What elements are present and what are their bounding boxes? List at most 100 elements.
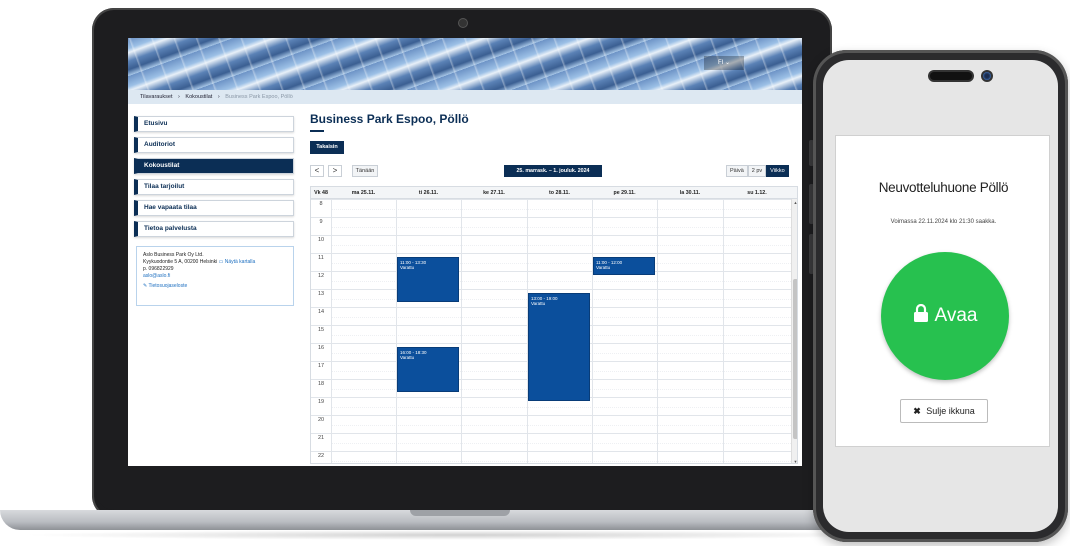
edit-icon: ✎ [143,283,148,289]
breadcrumb-separator: › [217,94,220,100]
breadcrumb-separator: › [178,94,180,100]
hour-label: 22 [317,453,325,459]
booking-event[interactable]: 11:00 - 12:00 Varattu [593,257,655,275]
sidebar-item-tietoa-palvelusta[interactable]: Tietoa palvelusta [134,221,294,237]
hour-label: 9 [319,219,323,225]
back-button[interactable]: Takaisin [310,141,344,154]
language-selector[interactable]: FI ⌄ [704,56,744,70]
day-column-divider [461,199,462,463]
phone-number: p. 096822929 [143,266,174,272]
hour-label: 17 [317,363,325,369]
half-hour-line [331,425,791,426]
booking-event[interactable]: 13:00 - 19:00 Varattu [528,293,590,401]
hour-label: 18 [317,381,325,387]
prev-week-button[interactable]: < [310,165,324,177]
address-text: Kyykuodontie 5 A, 00200 Helsinki [143,259,218,265]
hour-label: 20 [317,417,325,423]
hour-label: 19 [317,399,325,405]
day-column-divider [592,199,593,463]
sidebar-menu: Etusivu Auditoriot Kokoustilat Tilaa tar… [134,116,294,242]
hour-row: 9 [311,217,791,235]
hour-label: 16 [317,345,325,351]
header-banner-image [128,38,802,90]
event-status: Varattu [531,301,546,306]
validity-text: Voimassa 22.11.2024 klo 21:30 saakka. [890,219,997,225]
half-hour-line [331,461,791,462]
day-column-divider [657,199,658,463]
half-hour-line [331,227,791,228]
event-status: Varattu [400,265,415,270]
hour-label: 21 [317,435,325,441]
next-week-button[interactable]: > [328,165,342,177]
hour-row: 21 [311,433,791,451]
day-header: ke 27.11. [483,190,505,196]
view-switcher: Päivä 2 pv Viikko [726,165,789,177]
day-column-divider [396,199,397,463]
hour-label: 8 [319,201,323,207]
booking-event[interactable]: 11:00 - 13:30 Varattu [397,257,459,302]
scroll-down-icon[interactable]: ▼ [792,459,797,463]
breadcrumb: Tilavaraukset › Kokoustilat › Business P… [128,90,802,104]
half-hour-line [331,209,791,210]
laptop-opening-notch [410,510,510,516]
hour-row: 22 [311,451,791,463]
sidebar-item-tilaa-tarjoilut[interactable]: Tilaa tarjoilut [134,179,294,195]
calendar-scrollbar[interactable]: ▲ ▼ [791,199,797,463]
close-window-button[interactable]: ✖ Sulje ikkuna [900,399,988,423]
scroll-thumb[interactable] [793,279,797,439]
hour-label: 12 [317,273,325,279]
day-header: ma 25.11. [351,190,376,196]
open-door-button[interactable]: Avaa [881,252,1009,380]
hour-row: 8 [311,199,791,217]
hour-row: 12 [311,271,791,289]
privacy-row: ✎ Tietosuojaseloste [143,283,287,290]
sidebar-item-auditoriot[interactable]: Auditoriot [134,137,294,153]
day-header: pe 29.11. [613,190,636,196]
contact-box: Aslo Business Park Oy Ltd. Kyykuodontie … [136,246,294,306]
title-underline [310,130,324,132]
email-link[interactable]: aslo@aslo.fi [143,273,287,280]
hour-label: 10 [317,237,325,243]
sidebar-item-hae-vapaata-tilaa[interactable]: Hae vapaata tilaa [134,200,294,216]
page-title: Business Park Espoo, Pöllö [310,112,469,126]
open-door-label: Avaa [934,305,978,326]
door-card: Neuvotteluhuone Pöllö Voimassa 22.11.202… [835,135,1050,447]
laptop-shadow [20,530,900,540]
booking-event[interactable]: 16:00 - 18:30 Varattu [397,347,459,392]
half-hour-line [331,245,791,246]
breadcrumb-current: Business Park Espoo, Pöllö [225,94,293,100]
map-icon: ▭ [218,259,224,265]
laptop-bezel [96,466,828,510]
scroll-up-icon[interactable]: ▲ [792,200,797,205]
today-button[interactable]: Tänään [352,165,378,177]
date-range-button[interactable]: 25. marrask. – 1. jouluk. 2024 [504,165,602,177]
breadcrumb-item[interactable]: Tilavaraukset [140,94,173,100]
breadcrumb-item[interactable]: Kokoustilat [185,94,212,100]
view-day-button[interactable]: Päivä [726,165,748,177]
company-name: Aslo Business Park Oy Ltd. [143,252,204,258]
view-2day-button[interactable]: 2 pv [747,165,767,177]
calendar-header: Vk 48 ma 25.11. ti 26.11. ke 27.11. to 2… [311,187,797,199]
laptop-screen: FI ⌄ Tilavaraukset › Kokoustilat › Busin… [128,38,802,466]
half-hour-line [331,443,791,444]
lock-icon [913,303,929,328]
calendar-grid[interactable]: 8 9 10 11 12 13 14 15 16 17 18 19 20 21 22 11:00 - 13:3… [311,199,791,463]
hour-row: 11 [311,253,791,271]
hour-label: 11 [318,255,324,261]
map-link[interactable]: Näytä kartalla [225,259,256,265]
privacy-link[interactable]: Tietosuojaseloste [149,283,188,289]
view-week-button[interactable]: Viikko [766,165,789,177]
half-hour-line [331,407,791,408]
day-column-divider [723,199,724,463]
week-calendar: Vk 48 ma 25.11. ti 26.11. ke 27.11. to 2… [310,186,798,464]
sidebar-item-kokoustilat[interactable]: Kokoustilat [134,158,294,174]
hour-label: 14 [317,309,325,315]
hour-row: 20 [311,415,791,433]
close-window-label: Sulje ikkuna [926,406,975,416]
hour-label: 13 [317,291,325,297]
event-status: Varattu [596,265,611,270]
week-number: Vk 48 [314,190,328,196]
address-line: Kyykuodontie 5 A, 00200 Helsinki ▭ Näytä… [143,259,287,266]
day-header: la 30.11. [679,190,701,196]
sidebar-item-etusivu[interactable]: Etusivu [134,116,294,132]
